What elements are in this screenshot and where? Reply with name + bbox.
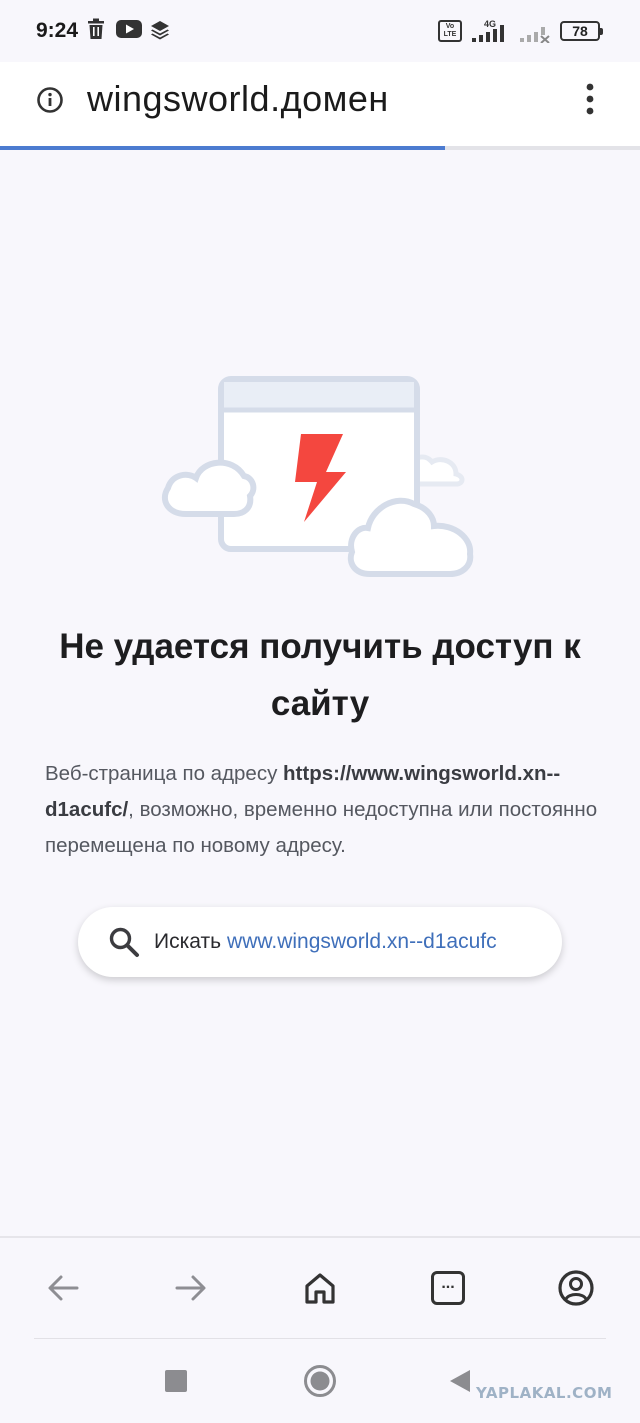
error-description-prefix: Веб-страница по адресу xyxy=(45,762,284,785)
signal-no-service-icon xyxy=(520,27,550,43)
url-text[interactable]: wingsworld.домен xyxy=(87,78,389,120)
error-description: Веб-страница по адресу https://www.wings… xyxy=(45,756,605,864)
arrow-left-icon xyxy=(48,1275,79,1301)
volte-badge: Vo LTE xyxy=(438,20,462,42)
left-cloud-icon xyxy=(161,459,257,517)
tabs-count: ... xyxy=(431,1271,465,1305)
address-bar[interactable]: wingsworld.домен xyxy=(0,62,640,146)
search-label: Искать www.wingsworld.xn--d1acufc xyxy=(154,930,497,954)
status-time: 9:24 xyxy=(36,19,79,42)
recents-button[interactable] xyxy=(165,1370,187,1392)
status-indicators: Vo LTE 4G 78 xyxy=(438,18,603,44)
error-description-suffix: , возможно, временно недоступна или пост… xyxy=(45,798,598,857)
battery-indicator: 78 xyxy=(560,21,603,41)
search-verb: Искать xyxy=(154,930,222,953)
search-site-button[interactable]: Искать www.wingsworld.xn--d1acufc xyxy=(78,907,562,977)
home-icon xyxy=(305,1273,335,1304)
watermark: YAPLAKAL.COM xyxy=(476,1384,613,1402)
more-options-icon[interactable] xyxy=(580,82,600,118)
status-bar: 9:24 Vo LTE 4G 78 xyxy=(0,0,640,62)
square-icon xyxy=(165,1370,187,1392)
back-button[interactable] xyxy=(43,1268,83,1308)
connection-error-illustration xyxy=(161,376,474,577)
home-nav-button[interactable] xyxy=(303,1364,337,1398)
info-icon[interactable] xyxy=(36,86,64,114)
browser-bottom-toolbar: ... xyxy=(0,1236,640,1338)
home-button[interactable] xyxy=(300,1268,340,1308)
error-title: Не удается получить доступ к сайту xyxy=(59,627,581,723)
page-load-progress xyxy=(0,146,640,150)
profile-button[interactable] xyxy=(556,1268,596,1308)
search-icon xyxy=(109,927,139,957)
layers-icon xyxy=(151,21,169,40)
account-circle-icon xyxy=(558,1270,594,1306)
back-nav-button[interactable] xyxy=(448,1369,472,1393)
system-navigation-bar xyxy=(0,1339,640,1423)
page-load-progress-fill xyxy=(0,146,445,150)
forward-button[interactable] xyxy=(171,1268,211,1308)
arrow-right-icon xyxy=(175,1275,206,1301)
youtube-icon xyxy=(116,20,142,38)
signal-4g-icon: 4G xyxy=(472,19,504,42)
trash-icon xyxy=(88,18,104,39)
search-query: www.wingsworld.xn--d1acufc xyxy=(227,930,497,953)
triangle-back-icon xyxy=(450,1370,470,1392)
network-type-label: 4G xyxy=(484,19,496,29)
tabs-button[interactable]: ... xyxy=(428,1268,468,1308)
